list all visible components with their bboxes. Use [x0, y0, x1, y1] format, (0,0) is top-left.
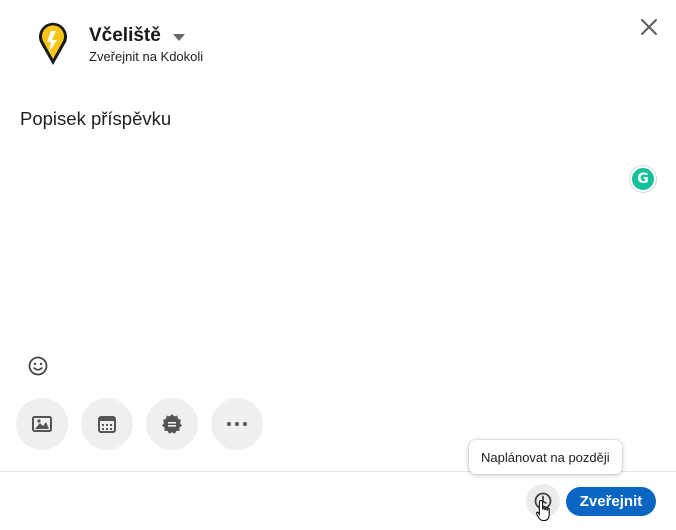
close-button[interactable]: [632, 10, 666, 44]
badge-icon: [162, 414, 182, 434]
clock-icon: [534, 492, 552, 510]
more-options-button[interactable]: [211, 398, 263, 450]
calendar-icon: [98, 416, 116, 433]
celebrate-button[interactable]: [146, 398, 198, 450]
schedule-button[interactable]: [526, 484, 560, 518]
emoji-smile-icon: [28, 356, 48, 376]
image-icon: [32, 416, 52, 432]
schedule-tooltip: Naplánovat na později: [469, 440, 622, 474]
company-logo: [39, 22, 67, 66]
caret-down-icon: [172, 33, 185, 41]
visibility-label[interactable]: Zveřejnit na Kdokoli: [89, 49, 203, 64]
editor-placeholder: Popisek příspěvku: [20, 108, 172, 129]
post-text-editor[interactable]: Popisek příspěvku: [20, 104, 620, 344]
add-media-button[interactable]: [16, 398, 68, 450]
close-icon: [641, 19, 657, 35]
emoji-button[interactable]: [24, 352, 52, 380]
author-selector[interactable]: Včeliště: [89, 25, 185, 47]
create-event-button[interactable]: [81, 398, 133, 450]
share-post-dialog: Včeliště Zveřejnit na Kdokoli Popisek př…: [0, 0, 676, 530]
grammarly-icon[interactable]: G: [630, 166, 656, 192]
author-name: Včeliště: [89, 25, 161, 46]
publish-button[interactable]: Zveřejnit: [566, 487, 656, 516]
more-dots-icon: [227, 422, 247, 426]
